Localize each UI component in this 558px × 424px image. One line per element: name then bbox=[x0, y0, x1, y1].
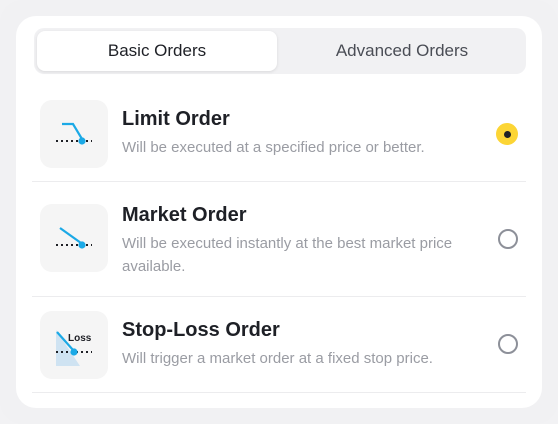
option-description: Will be executed at a specified price or… bbox=[122, 139, 425, 156]
order-tabs: Basic Orders Advanced Orders bbox=[34, 28, 526, 74]
option-description: Will be executed instantly at the best m… bbox=[122, 235, 453, 275]
option-title: Stop-Loss Order bbox=[122, 319, 280, 341]
loss-label: Loss bbox=[68, 333, 92, 344]
option-title: Market Order bbox=[122, 204, 247, 226]
option-title: Limit Order bbox=[122, 108, 230, 130]
option-limit-order[interactable]: Limit Order Will be executed at a specif… bbox=[32, 86, 526, 182]
radio-unselected[interactable] bbox=[498, 229, 518, 249]
order-type-sheet: Basic Orders Advanced Orders Limit Order… bbox=[0, 0, 558, 424]
radio-selected[interactable] bbox=[496, 123, 518, 145]
tab-advanced-orders[interactable]: Advanced Orders bbox=[282, 31, 522, 71]
option-market-order[interactable]: Market Order Will be executed instantly … bbox=[32, 182, 526, 297]
limit-order-icon bbox=[40, 100, 108, 168]
divider bbox=[32, 392, 526, 393]
tab-basic-orders[interactable]: Basic Orders bbox=[37, 31, 277, 71]
radio-unselected[interactable] bbox=[498, 334, 518, 354]
option-description: Will trigger a market order at a fixed s… bbox=[122, 350, 433, 367]
option-stop-loss-order[interactable]: Loss Stop-Loss Order Will trigger a mark… bbox=[32, 297, 526, 393]
order-type-card: Basic Orders Advanced Orders Limit Order… bbox=[16, 16, 542, 408]
market-order-icon bbox=[40, 204, 108, 272]
stop-loss-order-icon: Loss bbox=[40, 311, 108, 379]
